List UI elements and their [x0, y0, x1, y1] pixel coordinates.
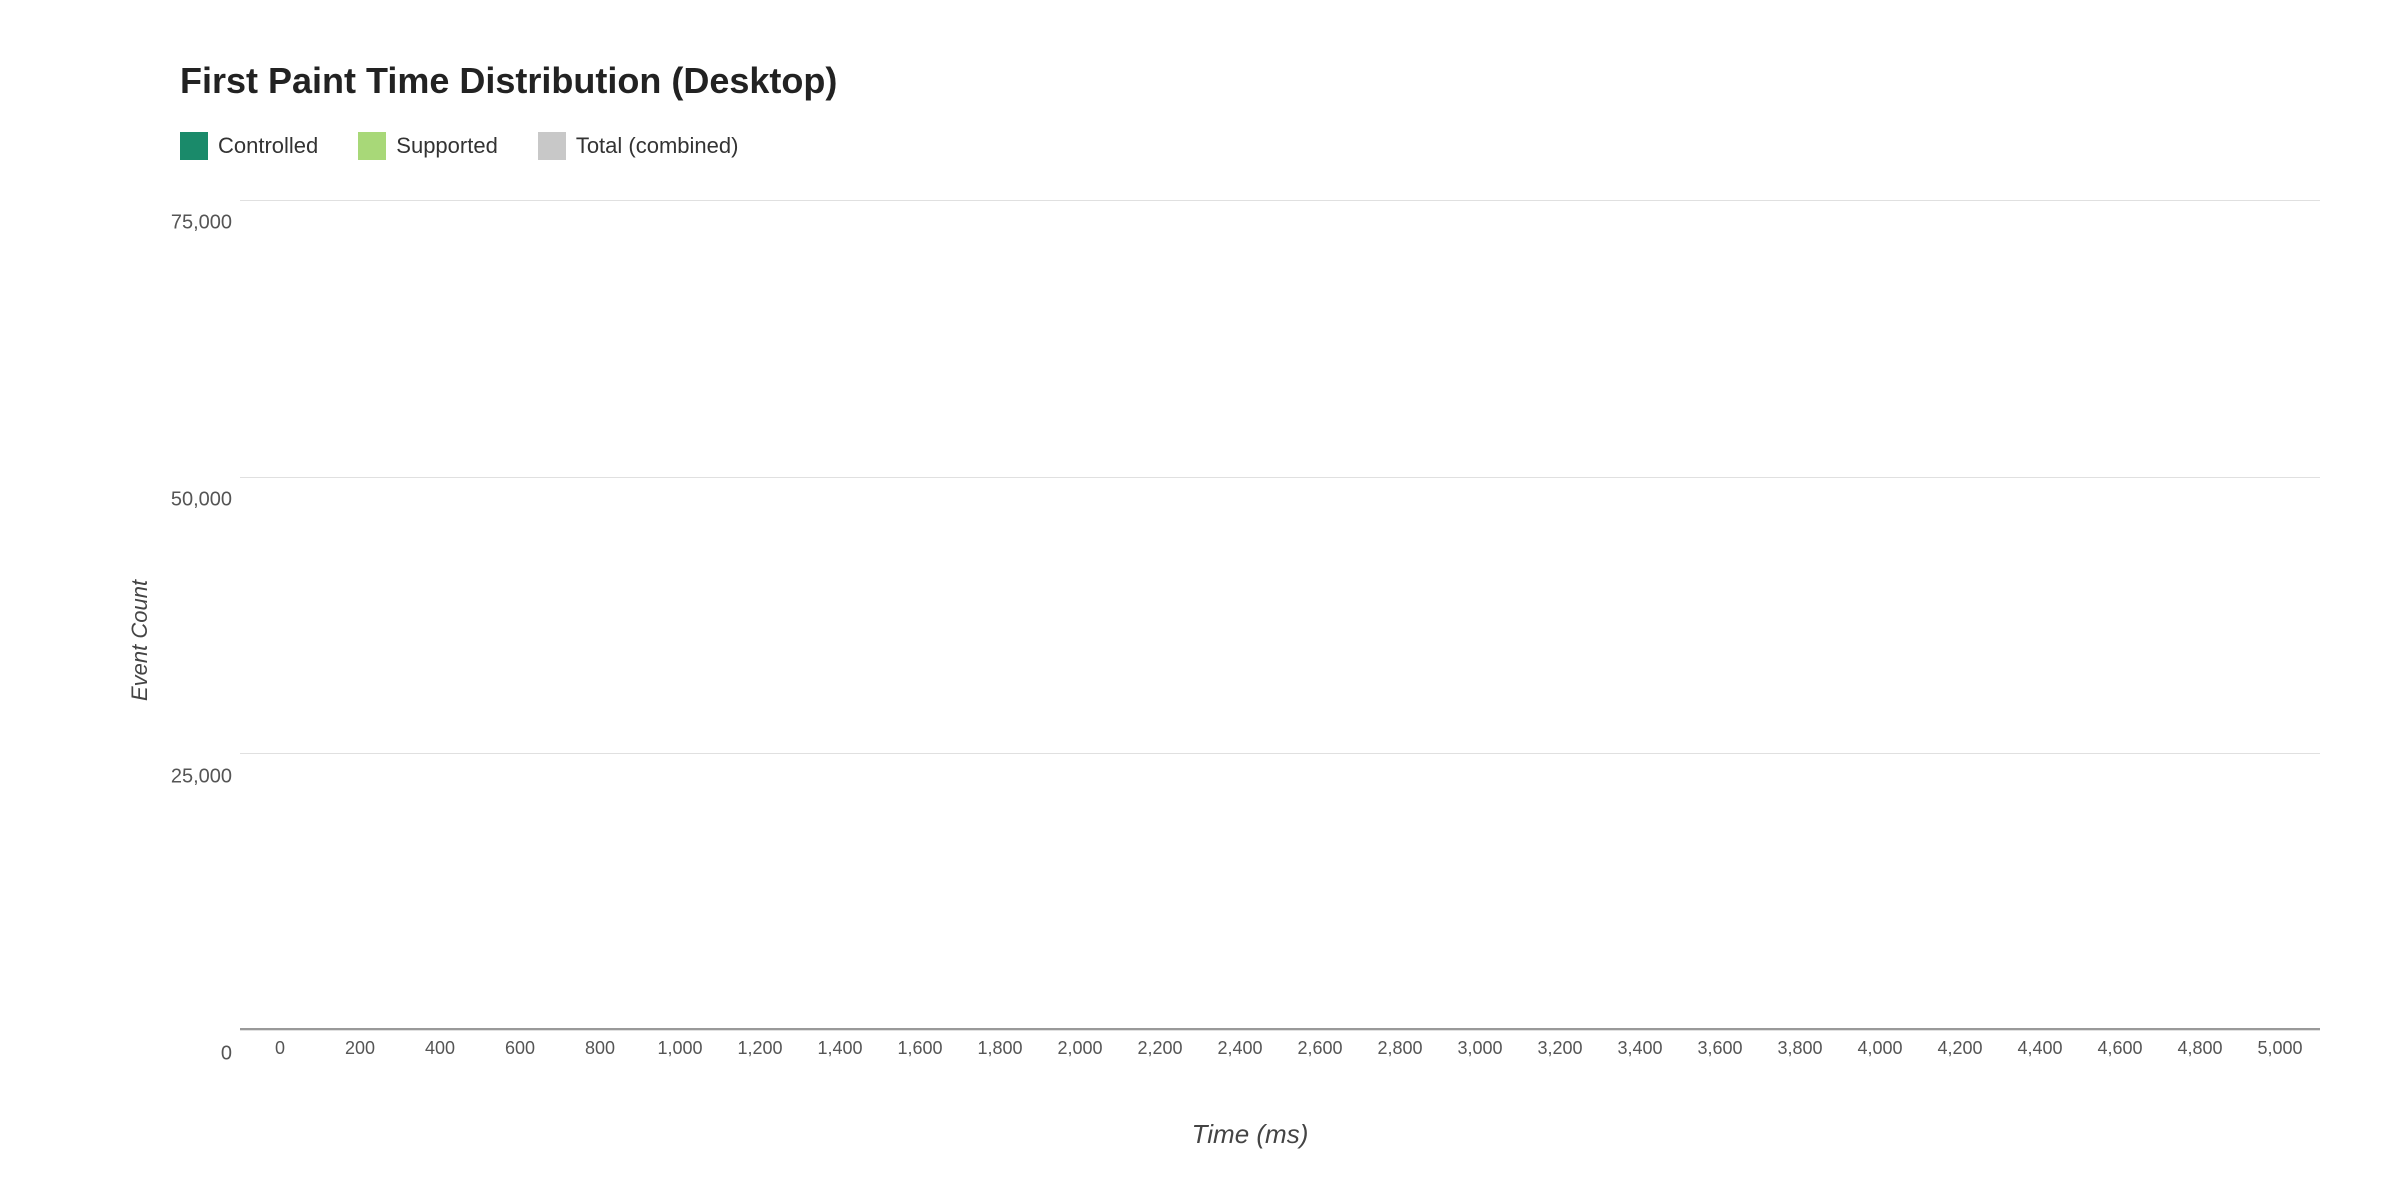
x-tick-label: 2,600: [1280, 1030, 1360, 1059]
x-tick-label: 800: [560, 1030, 640, 1059]
legend-item-supported: Supported: [358, 132, 498, 160]
x-tick-label: 3,400: [1600, 1030, 1680, 1059]
supported-label: Supported: [396, 133, 498, 159]
x-tick-label: 4,000: [1840, 1030, 1920, 1059]
x-tick-label: 5,000: [2240, 1030, 2320, 1059]
x-tick-label: 600: [480, 1030, 560, 1059]
y-axis-label: Event Count: [120, 200, 160, 1080]
x-tick-label: 1,000: [640, 1030, 720, 1059]
legend: Controlled Supported Total (combined): [180, 132, 2320, 160]
x-tick-label: 4,200: [1920, 1030, 2000, 1059]
x-tick-label: 3,200: [1520, 1030, 1600, 1059]
y-tick-label: 25,000: [171, 765, 232, 788]
x-axis: 02004006008001,0001,2001,4001,6001,8002,…: [240, 1030, 2320, 1080]
chart-container: First Paint Time Distribution (Desktop) …: [0, 0, 2400, 1200]
x-tick-label: 3,600: [1680, 1030, 1760, 1059]
x-tick-label: 4,800: [2160, 1030, 2240, 1059]
chart-title: First Paint Time Distribution (Desktop): [180, 60, 2320, 102]
x-tick-label: 0: [240, 1030, 320, 1059]
y-tick-label: 0: [221, 1043, 232, 1066]
x-tick-label: 200: [320, 1030, 400, 1059]
total-label: Total (combined): [576, 133, 739, 159]
x-tick-label: 400: [400, 1030, 480, 1059]
y-tick-label: 50,000: [171, 488, 232, 511]
x-tick-label: 2,800: [1360, 1030, 1440, 1059]
x-tick-label: 1,800: [960, 1030, 1040, 1059]
legend-item-total: Total (combined): [538, 132, 739, 160]
x-tick-label: 2,400: [1200, 1030, 1280, 1059]
total-swatch: [538, 132, 566, 160]
supported-swatch: [358, 132, 386, 160]
controlled-label: Controlled: [218, 133, 318, 159]
controlled-swatch: [180, 132, 208, 160]
y-tick-label: 75,000: [171, 212, 232, 235]
x-tick-label: 1,200: [720, 1030, 800, 1059]
x-axis-label: Time (ms): [180, 1119, 2320, 1150]
bars-area: [240, 200, 2320, 1030]
x-tick-label: 4,400: [2000, 1030, 2080, 1059]
chart-area: Event Count 75,00050,00025,0000 02004006…: [120, 200, 2320, 1080]
x-tick-label: 3,000: [1440, 1030, 1520, 1059]
x-tick-label: 1,400: [800, 1030, 880, 1059]
chart-inner: 75,00050,00025,0000 02004006008001,0001,…: [180, 200, 2320, 1080]
x-tick-label: 4,600: [2080, 1030, 2160, 1059]
legend-item-controlled: Controlled: [180, 132, 318, 160]
x-tick-label: 2,200: [1120, 1030, 1200, 1059]
x-tick-label: 2,000: [1040, 1030, 1120, 1059]
x-tick-label: 3,800: [1760, 1030, 1840, 1059]
x-tick-label: 1,600: [880, 1030, 960, 1059]
